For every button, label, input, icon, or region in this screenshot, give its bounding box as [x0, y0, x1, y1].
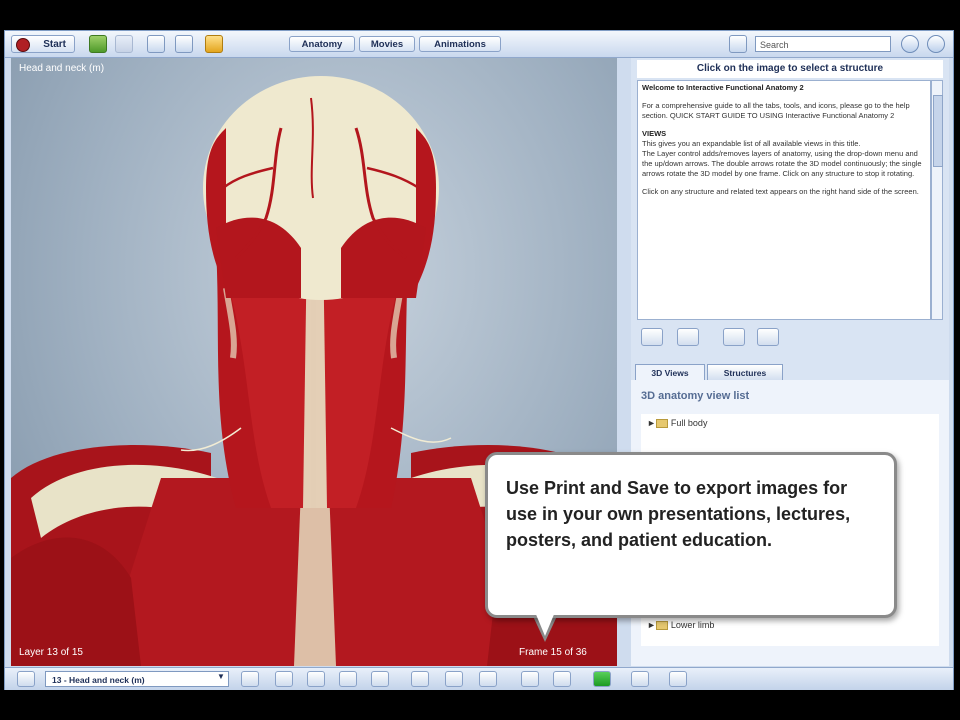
intro-title: Welcome to Interactive Functional Anatom…: [642, 83, 804, 92]
start-button[interactable]: Start: [11, 35, 75, 53]
upload-icon[interactable]: [927, 35, 945, 53]
label-icon[interactable]: [445, 671, 463, 687]
tip-callout: Use Print and Save to export images for …: [485, 452, 897, 618]
expand-arrow-icon[interactable]: ►: [647, 620, 656, 630]
intro-paragraph: For a comprehensive guide to all the tab…: [642, 101, 910, 120]
layer-indicator: Layer 13 of 15: [19, 647, 83, 658]
tab-structures[interactable]: Structures: [707, 364, 783, 380]
callout-tail: [535, 612, 555, 636]
layer-paragraph: The Layer control adds/removes layers of…: [642, 149, 922, 178]
help-icon[interactable]: [901, 35, 919, 53]
notes-icon[interactable]: [147, 35, 165, 53]
views-paragraph: This gives you an expandable list of all…: [642, 139, 861, 148]
top-toolbar: Start Anatomy Movies Animations Search: [5, 31, 953, 58]
tab-3d-views[interactable]: 3D Views: [635, 364, 705, 380]
search-icon[interactable]: [729, 35, 747, 53]
views-heading: VIEWS: [642, 129, 667, 138]
start-label: Start: [43, 39, 66, 50]
pin-icon[interactable]: [411, 671, 429, 687]
info-scrollbar[interactable]: [931, 80, 943, 320]
forward-arrow-icon[interactable]: [115, 35, 133, 53]
bottom-toolbar: 13 - Head and neck (m) ▼: [5, 667, 953, 690]
folder-icon: [655, 621, 668, 631]
layer-up-icon[interactable]: [241, 671, 259, 687]
frame-indicator: Frame 15 of 36: [519, 647, 587, 658]
home-icon[interactable]: [205, 35, 223, 53]
search-input[interactable]: Search: [755, 36, 891, 52]
tree-item-full-body[interactable]: ► Full body: [647, 418, 707, 429]
layer-down-icon[interactable]: [17, 671, 35, 687]
rotate-right-double-icon[interactable]: [371, 671, 389, 687]
structure-paragraph: Click on any structure and related text …: [642, 187, 919, 196]
save-button-icon[interactable]: [553, 671, 571, 687]
add-icon[interactable]: [677, 328, 699, 346]
tab-movies[interactable]: Movies: [359, 36, 415, 52]
expand-arrow-icon[interactable]: ►: [647, 418, 656, 428]
share-icon[interactable]: [669, 671, 687, 687]
print-button-icon[interactable]: [521, 671, 539, 687]
export-icon[interactable]: [631, 671, 649, 687]
save-icon[interactable]: [757, 328, 779, 346]
green-status-icon[interactable]: [593, 671, 611, 687]
folder-icon: [655, 419, 668, 429]
panel-tabs: 3D Views Structures: [631, 360, 949, 380]
layer-select[interactable]: 13 - Head and neck (m): [45, 671, 229, 687]
chevron-down-icon[interactable]: ▼: [217, 672, 225, 681]
rotate-left-icon[interactable]: [307, 671, 325, 687]
window-icon[interactable]: [175, 35, 193, 53]
start-logo-icon: [16, 38, 30, 52]
print-icon[interactable]: [723, 328, 745, 346]
rotate-right-icon[interactable]: [339, 671, 357, 687]
callout-text: Use Print and Save to export images for …: [506, 478, 851, 550]
view-title: Head and neck (m): [19, 63, 105, 74]
edit-notes-icon[interactable]: [641, 328, 663, 346]
scrollbar-thumb[interactable]: [933, 95, 943, 167]
back-arrow-icon[interactable]: [89, 35, 107, 53]
tree-item-lower-limb[interactable]: ► Lower limb: [647, 620, 714, 631]
tab-anatomy[interactable]: Anatomy: [289, 36, 355, 52]
marker-icon[interactable]: [479, 671, 497, 687]
info-header: Click on the image to select a structure: [637, 60, 943, 78]
rotate-left-double-icon[interactable]: [275, 671, 293, 687]
info-text-area: Welcome to Interactive Functional Anatom…: [637, 80, 931, 320]
tab-animations[interactable]: Animations: [419, 36, 501, 52]
views-list-heading: 3D anatomy view list: [641, 390, 750, 402]
